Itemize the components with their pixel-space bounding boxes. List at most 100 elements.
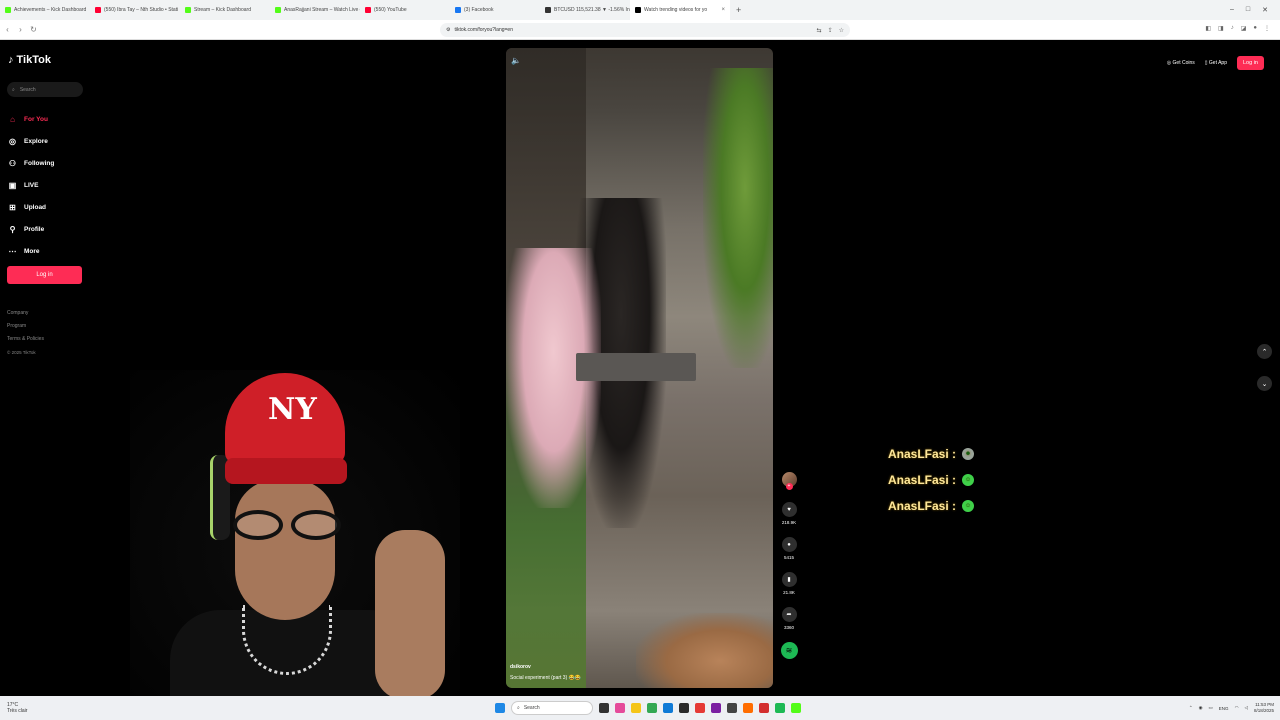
close-window-icon[interactable]: ✕ [1262, 6, 1268, 14]
footer-link-company[interactable]: Company [7, 307, 44, 320]
brave-icon[interactable] [695, 703, 705, 713]
app-icon[interactable] [615, 703, 625, 713]
minimize-icon[interactable]: – [1230, 6, 1234, 14]
forward-icon[interactable]: › [15, 25, 26, 34]
search-input[interactable]: ⌕ Search [7, 82, 83, 97]
footer-link-terms[interactable]: Terms & Policies [7, 333, 44, 346]
sidebar-item-label: Following [24, 159, 55, 167]
maximize-icon[interactable]: □ [1246, 6, 1250, 14]
sidebar-item-upload[interactable]: ⊞ Upload [8, 196, 54, 218]
task-view-icon[interactable] [599, 703, 609, 713]
spotify-icon[interactable] [775, 703, 785, 713]
chrome-icon[interactable] [647, 703, 657, 713]
share-icon[interactable]: ⇪ [828, 27, 833, 34]
like-icon[interactable]: ♥ [781, 502, 797, 517]
app-icon[interactable] [759, 703, 769, 713]
chevron-down-icon[interactable]: ⌄ [1257, 376, 1272, 391]
upload-icon: ⊞ [9, 202, 16, 212]
music-disc-icon[interactable]: ≋ [780, 642, 798, 659]
address-bar-row: ‹ › ↻ ⚙ tiktok.com/foryou?lang=en ⇆ ⇪ ☆ … [0, 20, 1280, 40]
app-icon[interactable] [711, 703, 721, 713]
browser-tab-strip: Achievements – Kick Dashboard (550) Ibra … [0, 0, 1280, 20]
comment-icon[interactable]: ● [781, 537, 797, 552]
footer-link-program[interactable]: Program [7, 320, 44, 333]
taskbar-apps: ⌕ Search [495, 701, 801, 715]
sidebar-item-more[interactable]: ⋯ More [8, 240, 54, 262]
kick-icon[interactable] [791, 703, 801, 713]
browser-tab[interactable]: Achievements – Kick Dashboard [0, 0, 90, 20]
sidebar-item-live[interactable]: ▣ LIVE [8, 174, 54, 196]
copyright: © 2025 TikTok [7, 350, 36, 355]
language-indicator[interactable]: ENG [1219, 706, 1229, 711]
edge-icon[interactable] [663, 703, 673, 713]
taskbar-search[interactable]: ⌕ Search [511, 701, 593, 715]
get-coins-label: Get Coins [1172, 60, 1195, 66]
tray-app-icon[interactable]: ◉ [1199, 705, 1203, 711]
share-arrow-icon[interactable]: ➦ [781, 607, 797, 622]
browser-tab[interactable]: Watch trending videos for yo × [630, 0, 730, 20]
get-app-button[interactable]: ▯ Get App [1205, 60, 1227, 66]
extension-icon[interactable]: ◪ [1241, 25, 1247, 32]
sidebar-item-explore[interactable]: ◎ Explore [8, 130, 54, 152]
extension-icon[interactable]: ◧ [1205, 25, 1211, 32]
app-icon[interactable] [743, 703, 753, 713]
volume-icon[interactable]: 🔈 [511, 56, 521, 65]
creator-avatar[interactable]: + [781, 472, 797, 490]
sidebar-nav: ⌂ For You ◎ Explore ⚇ Following ▣ LIVE ⊞ Upload ⚲ P… [8, 108, 55, 262]
video-scene-chairs [636, 613, 773, 688]
system-tray: ⌃ ◉ ▭ ENG ◠ ◁ 11:53 PM 8/18/2025 [1189, 702, 1274, 714]
taskbar-search-label: Search [523, 705, 540, 711]
save-count: 21.8K [783, 590, 795, 595]
home-icon: ⌂ [10, 114, 15, 124]
file-explorer-icon[interactable] [631, 703, 641, 713]
header-login-button[interactable]: Log in [1237, 56, 1264, 70]
get-coins-button[interactable]: ◎ Get Coins [1167, 60, 1195, 66]
browser-tab[interactable]: AnasRajjani Stream – Watch Live on K [270, 0, 360, 20]
sidebar-item-for-you[interactable]: ⌂ For You [8, 108, 54, 130]
logo-text: TikTok [16, 54, 51, 66]
tiktok-page: ♪ TikTok ⌕ Search ⌂ For You ◎ Explore ⚇ Follo… [0, 40, 1280, 696]
app-icon[interactable] [679, 703, 689, 713]
sidebar-item-label: Explore [24, 137, 48, 145]
comment-count: 5415 [783, 555, 794, 560]
sidebar-item-label: LIVE [24, 181, 39, 189]
tab-label: AnasRajjani Stream – Watch Live on K [284, 7, 360, 13]
menu-icon[interactable]: ⋮ [1264, 25, 1270, 32]
chat-message: AnasLFasi : ☺ [888, 467, 975, 493]
browser-tab[interactable]: (3) Facebook [450, 0, 540, 20]
tray-chevron-icon[interactable]: ⌃ [1189, 705, 1193, 711]
url-field[interactable]: ⚙ tiktok.com/foryou?lang=en ⇆ ⇪ ☆ [440, 23, 850, 37]
bookmark-icon[interactable]: ▮ [781, 572, 797, 587]
site-info-icon[interactable]: ⚙ [446, 27, 450, 33]
tray-app-icon[interactable]: ▭ [1209, 705, 1213, 711]
weather-widget[interactable]: 17°C Très clair [7, 702, 27, 714]
sidebar-login-button[interactable]: Log in [7, 266, 82, 284]
wifi-icon[interactable]: ◠ [1235, 705, 1239, 711]
translate-icon[interactable]: ⇆ [817, 27, 822, 34]
chevron-up-icon[interactable]: ⌃ [1257, 344, 1272, 359]
volume-icon[interactable]: ◁ [1245, 705, 1248, 711]
video-player[interactable]: 🔈 dsikorov Social experiment (part 3) 😂😂 [506, 48, 773, 688]
back-icon[interactable]: ‹ [2, 25, 13, 34]
browser-tab[interactable]: Stream – Kick Dashboard [180, 0, 270, 20]
sidebar-item-profile[interactable]: ⚲ Profile [8, 218, 54, 240]
bookmark-star-icon[interactable]: ☆ [839, 27, 844, 34]
streamer-webcam: NY [130, 370, 460, 696]
obs-icon[interactable] [727, 703, 737, 713]
webcam-cap-visor [225, 458, 347, 484]
reload-icon[interactable]: ↻ [28, 25, 39, 34]
windows-start-icon[interactable] [495, 703, 505, 713]
browser-tab[interactable]: (550) YouTube [360, 0, 450, 20]
extension-icon[interactable]: ◨ [1218, 25, 1224, 32]
sidebar-item-following[interactable]: ⚇ Following [8, 152, 54, 174]
clock[interactable]: 11:53 PM 8/18/2025 [1254, 702, 1274, 714]
browser-tab[interactable]: (550) Ibra Tay – Nth Studio • Stati [90, 0, 180, 20]
music-icon[interactable]: ♪ [1231, 25, 1234, 32]
new-tab-button[interactable]: + [730, 5, 747, 15]
tiktok-logo[interactable]: ♪ TikTok [8, 54, 51, 66]
browser-tab[interactable]: BTCUSD 115,521.38 ▼ -1.56% Inc... [540, 0, 630, 20]
profile-icon[interactable]: ● [1253, 25, 1257, 32]
close-tab-icon[interactable]: × [721, 7, 725, 13]
follow-plus-icon[interactable]: + [785, 483, 793, 490]
video-author[interactable]: dsikorov [510, 664, 531, 670]
